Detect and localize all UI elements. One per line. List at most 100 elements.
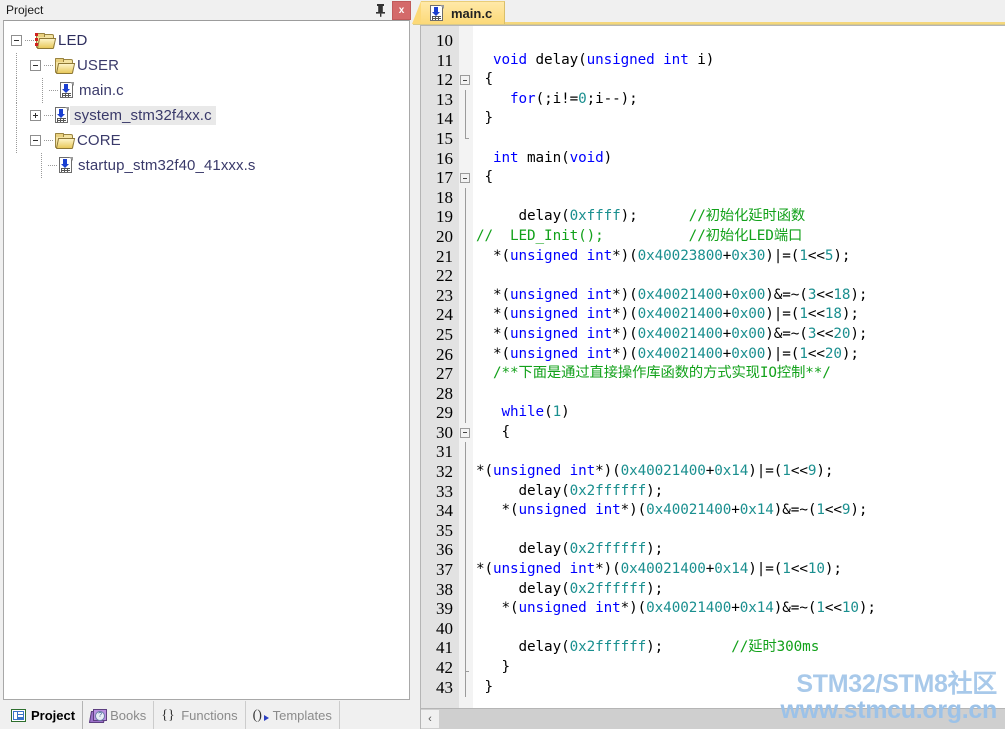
c-file-icon [54,107,70,124]
code-text-area[interactable]: void delay(unsigned int i) { for(;i!=0;i… [473,26,1005,708]
fold-marker [459,501,473,521]
expander-icon[interactable] [30,110,41,121]
books-icon: ? [89,708,108,723]
line-number: 33 [436,481,453,501]
fold-marker [459,31,473,51]
editor-tabstrip: main.c [411,0,1005,25]
code-line: *(unsigned int*)(0x40021400+0x14)&=~(1<<… [476,600,876,617]
line-number: 36 [436,540,453,560]
close-icon[interactable]: x [392,1,411,20]
code-line: while(1) [501,404,570,421]
line-number: 21 [436,246,453,266]
line-number: 28 [436,383,453,403]
code-line: /**下面是通过直接操作库函数的方式实现IO控制**/ [476,365,831,382]
fold-marker [459,383,473,404]
project-tree-frame: LED USER main.c system_stm32f4xx.c CORE … [3,20,410,700]
code-line: int main(void) [493,149,613,166]
code-line: *(unsigned int*)(0x40021400+0x14)|=(1<<1… [476,561,842,578]
fold-marker[interactable] [459,423,473,443]
project-tree[interactable]: LED USER main.c system_stm32f4xx.c CORE … [5,22,408,698]
fold-marker [459,89,473,110]
code-line: { [476,71,494,88]
code-line: delay(0x2ffffff); [476,482,664,499]
project-panel-titlebar: Project x [0,0,413,20]
fold-marker[interactable] [459,70,473,90]
tree-item-system-stm32f4xx-c[interactable]: system_stm32f4xx.c [5,103,408,128]
scrollbar-track[interactable] [439,710,1005,728]
line-number: 43 [436,677,453,697]
tree-item-core[interactable]: CORE [5,128,408,153]
editor-tab-main-c[interactable]: main.c [411,1,506,24]
line-number: 10 [436,31,453,50]
expander-icon[interactable] [30,60,41,71]
line-number: 29 [436,403,453,423]
code-line: *(unsigned int*)(0x40021400+0x00)&=~(3<<… [476,286,868,303]
scroll-left-arrow-icon[interactable]: ‹ [421,710,439,728]
project-panel-title: Project [6,3,44,17]
code-editor-body[interactable]: 10 11 12 13 14 15 16 17 18 19 20 21 22 23 24 25 26 27 28 29… [421,26,1005,708]
line-number: 17 [436,168,453,188]
tab-templates[interactable]: () Templates [246,701,340,729]
code-line: { [476,169,494,186]
fold-marker [459,344,473,365]
line-number: 30 [436,422,453,442]
tab-books[interactable]: ? Books [83,701,155,729]
fold-marker [459,128,473,149]
tab-label: Project [31,707,76,723]
line-number: 24 [436,305,453,325]
line-number: 40 [436,618,453,638]
c-file-icon [58,157,74,174]
tree-item-main-c[interactable]: main.c [5,78,408,103]
tree-connector [48,164,57,167]
tree-connector [44,139,53,142]
tree-item-startup-s[interactable]: startup_stm32f40_41xxx.s [5,153,408,178]
tab-label: Templates [272,707,332,723]
fold-marker[interactable] [459,168,473,188]
fold-marker [459,324,473,345]
code-line: } [476,110,494,127]
code-line: *(unsigned int*)(0x40021400+0x00)&=~(3<<… [476,325,868,342]
line-number: 23 [436,285,453,305]
line-number: 11 [436,50,453,70]
line-number: 38 [436,579,453,599]
code-editor[interactable]: 10 11 12 13 14 15 16 17 18 19 20 21 22 23 24 25 26 27 28 29… [420,25,1005,729]
project-panel-tabbar: Project ? Books {} Functions () Template… [0,700,413,729]
project-folder-icon [35,33,57,49]
fold-marker [459,481,473,502]
pin-icon[interactable] [372,2,389,19]
tree-item-led[interactable]: LED [5,28,408,53]
code-line: delay(0x2ffffff); [476,580,664,597]
project-window-icon [11,708,27,723]
fold-marker [459,579,473,600]
project-panel: Project x LED USER main.c system_stm32f4… [0,0,413,729]
line-number: 20 [436,226,453,246]
tree-connector [49,89,58,92]
expander-icon[interactable] [11,35,22,46]
line-number: 37 [436,560,453,580]
line-number: 15 [436,128,453,148]
line-number: 25 [436,324,453,344]
fold-marker [459,658,473,678]
fold-marker [459,285,473,306]
fold-marker [459,305,473,325]
code-folding-margin[interactable] [459,26,473,708]
expander-icon[interactable] [30,135,41,146]
line-number: 19 [436,207,453,227]
fold-marker [459,109,473,129]
braces-icon: {} [161,707,175,723]
tab-functions[interactable]: {} Functions [154,701,246,729]
code-line: { [476,423,511,440]
tree-item-user[interactable]: USER [5,53,408,78]
tree-item-label: CORE [77,132,121,149]
horizontal-scrollbar[interactable]: ‹ [421,708,1005,729]
line-number: 41 [436,638,453,658]
line-number: 13 [436,89,453,109]
tree-item-label: main.c [79,82,124,99]
line-number: 39 [436,599,453,619]
tree-connector [44,114,53,117]
tab-project[interactable]: Project [4,701,84,729]
tree-item-label: system_stm32f4xx.c [70,106,216,125]
